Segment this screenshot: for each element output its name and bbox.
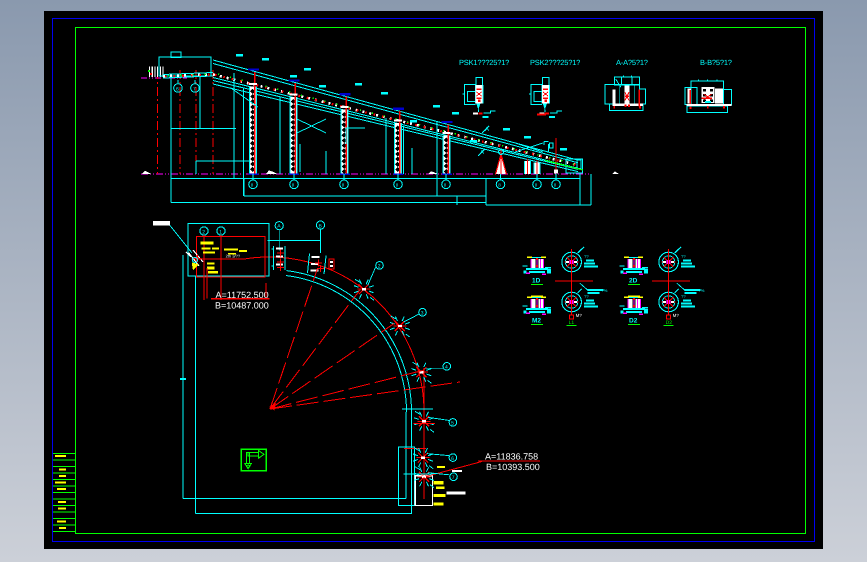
- svg-text:7: 7: [193, 87, 196, 93]
- svg-text:2D: 2D: [629, 278, 638, 285]
- svg-text:??: ??: [681, 294, 686, 299]
- svg-text:M2: M2: [532, 318, 541, 325]
- svg-text:??: ??: [584, 254, 589, 259]
- svg-text:B-B?5?1?: B-B?5?1?: [700, 58, 732, 67]
- svg-text:B=10487.000: B=10487.000: [215, 300, 269, 310]
- svg-text:?%: ?%: [699, 288, 705, 293]
- svg-text:6: 6: [176, 87, 179, 93]
- svg-text:2: 2: [378, 264, 381, 270]
- svg-text:??: ??: [681, 254, 686, 259]
- svg-text:M?: M?: [673, 313, 680, 318]
- svg-text:??: ??: [584, 294, 589, 299]
- svg-text:3: 3: [421, 311, 424, 317]
- svg-text:A=11836.758: A=11836.758: [485, 451, 538, 461]
- svg-text:?%: ?%: [602, 288, 608, 293]
- svg-text:2: 2: [202, 229, 205, 235]
- svg-text:A-A?5?1?: A-A?5?1?: [616, 58, 648, 67]
- svg-text:4: 4: [445, 365, 448, 371]
- svg-text:7: 7: [452, 475, 455, 481]
- svg-text:1: 1: [219, 229, 222, 235]
- svg-text:B=10393.500: B=10393.500: [486, 462, 540, 472]
- svg-text:PSK2???25?1?: PSK2???25?1?: [530, 58, 580, 67]
- svg-text:1D: 1D: [532, 278, 541, 285]
- svg-text:6: 6: [451, 456, 454, 462]
- svg-text:5: 5: [451, 421, 454, 427]
- svg-text:D2: D2: [629, 318, 638, 325]
- svg-text:PSK1???25?1?: PSK1???25?1?: [459, 58, 509, 67]
- svg-text:M?: M?: [576, 313, 583, 318]
